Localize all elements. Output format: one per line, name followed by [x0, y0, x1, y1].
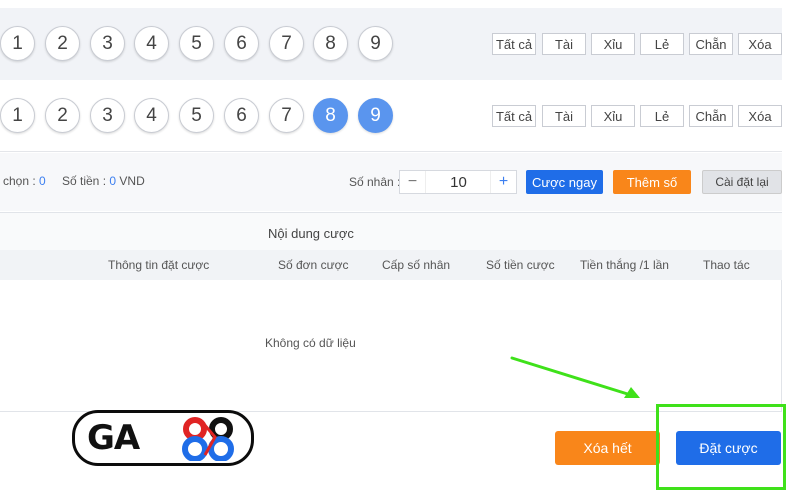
total-amount: Số tiền : 0 VND	[62, 174, 145, 188]
number-ball-8-selected[interactable]: 8	[313, 98, 348, 133]
quick-even-button[interactable]: Chẵn	[689, 105, 733, 127]
column-bet-count: Số đơn cược	[278, 258, 349, 272]
number-ball-7[interactable]: 7	[269, 98, 304, 133]
annotation-arrow-icon	[510, 356, 640, 398]
number-ball-1[interactable]: 1	[0, 26, 35, 61]
number-ball-6[interactable]: 6	[224, 26, 259, 61]
logo-88-icon	[182, 417, 234, 461]
number-row-2: 1 2 3 4 5 6 7 8 9 Tất cả Tài Xỉu Lẻ Chẵn…	[0, 80, 782, 152]
number-ball-1[interactable]: 1	[0, 98, 35, 133]
quick-big-button[interactable]: Tài	[542, 105, 586, 127]
quick-even-button[interactable]: Chẵn	[689, 33, 733, 55]
number-ball-9[interactable]: 9	[358, 26, 393, 61]
number-ball-9-selected[interactable]: 9	[358, 98, 393, 133]
bet-panel-header: Nội dung cược	[0, 213, 782, 251]
column-multiplier: Cấp số nhân	[382, 258, 451, 272]
selected-count-value: 0	[39, 174, 46, 188]
bet-table-header: Thông tin đặt cược Số đơn cược Cấp số nh…	[0, 250, 782, 280]
number-ball-6[interactable]: 6	[224, 98, 259, 133]
selected-count: chọn : 0	[3, 174, 46, 188]
column-bet-info: Thông tin đặt cược	[108, 258, 210, 272]
plus-icon[interactable]: +	[490, 171, 516, 193]
brand-logo: GA	[72, 410, 254, 466]
bet-panel: Nội dung cược	[0, 212, 782, 412]
bet-panel-title: Nội dung cược	[268, 226, 354, 241]
add-numbers-button[interactable]: Thêm số	[613, 170, 691, 194]
currency-unit: VND	[116, 174, 145, 188]
quick-clear-button[interactable]: Xóa	[738, 33, 782, 55]
quick-all-button[interactable]: Tất cả	[492, 33, 536, 55]
number-ball-4[interactable]: 4	[134, 26, 169, 61]
empty-state-text: Không có dữ liệu	[265, 336, 356, 350]
quick-small-button[interactable]: Xỉu	[591, 105, 635, 127]
logo-text: GA	[87, 418, 140, 458]
number-ball-4[interactable]: 4	[134, 98, 169, 133]
column-bet-amount: Số tiền cược	[486, 258, 555, 272]
quick-big-button[interactable]: Tài	[542, 33, 586, 55]
quick-all-button[interactable]: Tất cả	[492, 105, 536, 127]
number-ball-5[interactable]: 5	[179, 26, 214, 61]
number-ball-8[interactable]: 8	[313, 26, 348, 61]
column-actions: Thao tác	[703, 258, 750, 272]
number-ball-3[interactable]: 3	[90, 98, 125, 133]
total-amount-label: Số tiền :	[62, 174, 110, 188]
multiplier-label: Số nhân :	[349, 175, 401, 189]
number-row-1: 1 2 3 4 5 6 7 8 9 Tất cả Tài Xỉu Lẻ Chẵn…	[0, 8, 782, 80]
quick-odd-button[interactable]: Lẻ	[640, 33, 684, 55]
column-win-amount: Tiền thắng /1 lần	[580, 258, 669, 272]
number-ball-7[interactable]: 7	[269, 26, 304, 61]
quick-small-button[interactable]: Xỉu	[591, 33, 635, 55]
number-ball-5[interactable]: 5	[179, 98, 214, 133]
quick-odd-button[interactable]: Lẻ	[640, 105, 684, 127]
clear-all-button[interactable]: Xóa hết	[555, 431, 660, 465]
place-bet-button[interactable]: Đặt cược	[676, 431, 781, 465]
reset-button[interactable]: Cài đặt lại	[702, 170, 782, 194]
number-ball-3[interactable]: 3	[90, 26, 125, 61]
quick-clear-button[interactable]: Xóa	[738, 105, 782, 127]
multiplier-input[interactable]	[427, 171, 490, 193]
minus-icon[interactable]: −	[400, 171, 426, 193]
number-ball-2[interactable]: 2	[45, 98, 80, 133]
number-ball-2[interactable]: 2	[45, 26, 80, 61]
multiplier-stepper: − +	[399, 170, 517, 194]
bet-now-button[interactable]: Cược ngay	[526, 170, 603, 194]
selected-count-label: chọn :	[3, 174, 40, 188]
